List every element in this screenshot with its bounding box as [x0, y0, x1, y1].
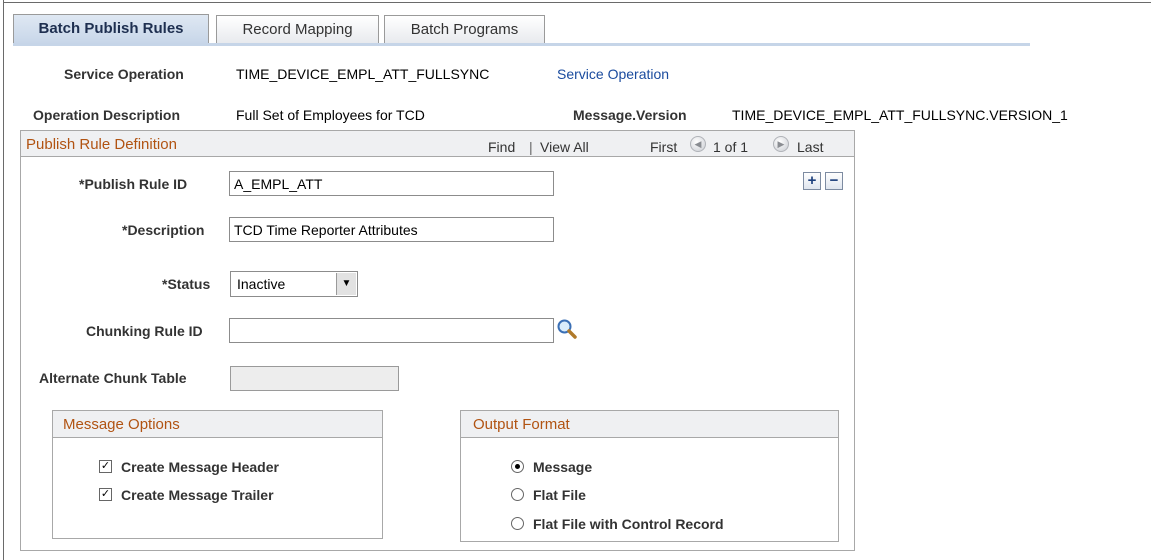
arrow-right-icon[interactable]: ▶	[773, 136, 789, 152]
last-label: Last	[797, 139, 824, 155]
tab-underline	[13, 43, 1030, 46]
row-count: 1 of 1	[713, 139, 749, 155]
first-label: First	[650, 139, 678, 155]
chevron-down-icon[interactable]: ▼	[336, 273, 356, 295]
status-label: *Status	[162, 276, 211, 292]
message-radio-label: Message	[533, 459, 593, 475]
create-message-header-label: Create Message Header	[121, 459, 279, 475]
tab-batch-programs[interactable]: Batch Programs	[384, 15, 545, 43]
status-selected-value: Inactive	[237, 276, 286, 292]
service-operation-value: TIME_DEVICE_EMPL_ATT_FULLSYNC	[236, 66, 490, 82]
minus-icon[interactable]: −	[825, 172, 843, 190]
operation-description-value: Full Set of Employees for TCD	[236, 107, 425, 123]
magnifier-icon[interactable]	[556, 318, 578, 340]
create-message-trailer-label: Create Message Trailer	[121, 487, 274, 503]
message-options-title: Message Options	[63, 416, 180, 433]
tab-batch-publish-rules[interactable]: Batch Publish Rules	[13, 14, 209, 45]
create-message-header-checkbox[interactable]: ✓	[99, 460, 112, 473]
arrow-left-icon[interactable]: ◀	[690, 136, 706, 152]
page-frame-top	[3, 2, 1151, 3]
message-radio[interactable]	[511, 460, 524, 473]
chunking-rule-id-input[interactable]	[229, 318, 554, 343]
output-format-title: Output Format	[473, 416, 570, 433]
service-operation-link[interactable]: Service Operation	[557, 66, 669, 82]
service-operation-label: Service Operation	[64, 66, 184, 82]
alternate-chunk-table-input	[230, 366, 399, 391]
flat-file-radio[interactable]	[511, 488, 524, 501]
message-version-value: TIME_DEVICE_EMPL_ATT_FULLSYNC.VERSION_1	[732, 107, 1068, 123]
message-version-label: Message.Version	[573, 107, 687, 123]
description-input[interactable]	[229, 217, 554, 242]
page-frame-left	[3, 0, 4, 560]
publish-rule-definition-title: Publish Rule Definition	[26, 136, 177, 153]
flat-file-radio-label: Flat File	[533, 487, 586, 503]
description-label: *Description	[122, 222, 205, 238]
create-message-trailer-checkbox[interactable]: ✓	[99, 488, 112, 501]
publish-rule-id-label: *Publish Rule ID	[79, 176, 188, 192]
find-link[interactable]: Find	[488, 139, 515, 155]
publish-rule-id-input[interactable]	[229, 171, 554, 196]
chunking-rule-id-label: Chunking Rule ID	[86, 323, 203, 339]
tab-record-mapping[interactable]: Record Mapping	[216, 15, 379, 43]
status-select[interactable]: Inactive ▼	[230, 271, 358, 297]
flat-file-control-record-radio[interactable]	[511, 517, 524, 530]
flat-file-control-record-label: Flat File with Control Record	[533, 516, 724, 532]
alternate-chunk-table-label: Alternate Chunk Table	[39, 370, 187, 386]
view-all-link[interactable]: View All	[540, 139, 589, 155]
nav-separator: |	[529, 139, 533, 155]
operation-description-label: Operation Description	[33, 107, 181, 123]
plus-icon[interactable]: +	[803, 172, 821, 190]
